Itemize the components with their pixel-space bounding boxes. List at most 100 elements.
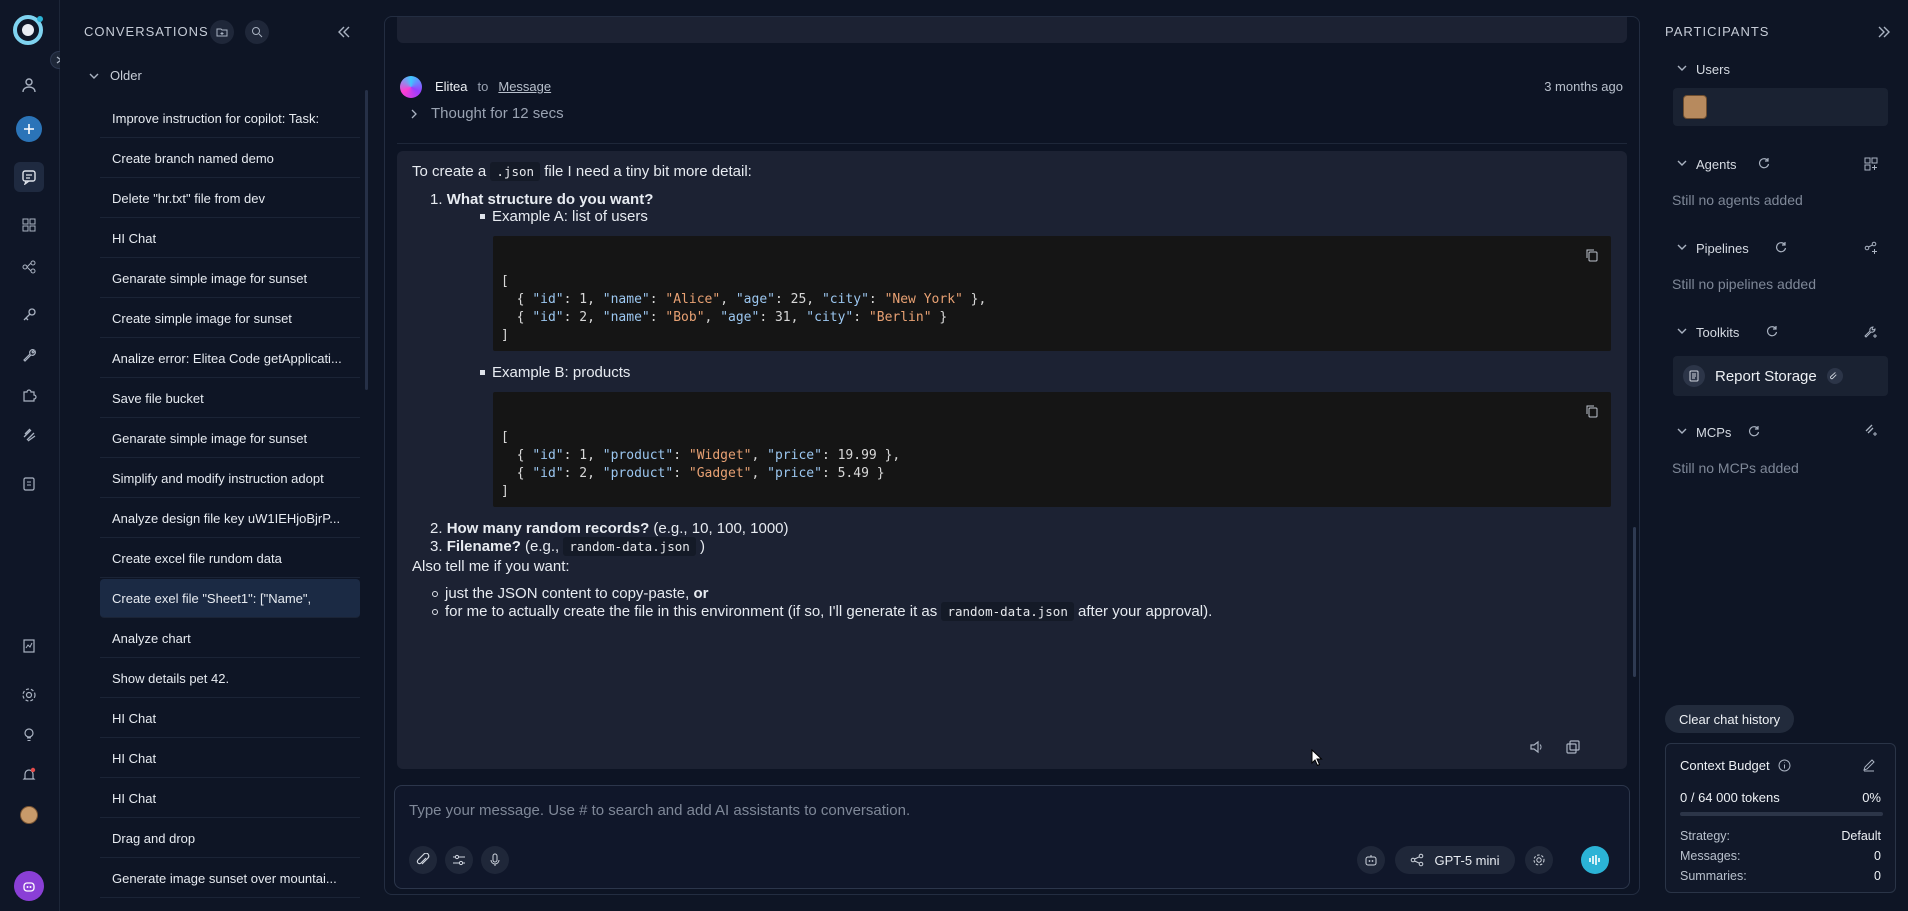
- document-icon[interactable]: [14, 631, 44, 661]
- conversation-item[interactable]: Simplify and modify instruction adopt: [100, 459, 360, 498]
- users-section-toggle[interactable]: [1676, 62, 1688, 74]
- wrench-icon[interactable]: [14, 340, 44, 370]
- info-icon: [1778, 759, 1791, 772]
- toolkits-section-toggle[interactable]: [1676, 325, 1688, 337]
- chat-scrollbar[interactable]: [1633, 527, 1636, 677]
- conversation-item[interactable]: HI Chat: [100, 739, 360, 778]
- conversations-scrollbar[interactable]: [365, 90, 368, 390]
- agent-button[interactable]: [1357, 846, 1385, 874]
- add-toolkit-icon[interactable]: [1864, 325, 1878, 339]
- message-target-link[interactable]: Message: [498, 79, 551, 94]
- conversation-item[interactable]: HI Chat: [100, 219, 360, 258]
- copy-icon[interactable]: [1585, 248, 1599, 262]
- toolkit-item[interactable]: Report Storage: [1673, 356, 1888, 396]
- participants-title: PARTICIPANTS: [1665, 24, 1770, 39]
- refresh-icon[interactable]: [1775, 241, 1787, 253]
- add-agent-icon[interactable]: [1864, 157, 1878, 171]
- artifacts-icon[interactable]: [14, 469, 44, 499]
- conversation-item[interactable]: Create simple image for sunset: [100, 299, 360, 338]
- plus-icon: [24, 124, 34, 134]
- conversation-item[interactable]: Generate image sunset over mountai...: [100, 859, 360, 898]
- folder-plus-icon: [216, 28, 228, 37]
- copy-icon[interactable]: [1585, 404, 1599, 418]
- settings-sliders-button[interactable]: [445, 846, 473, 874]
- also-label: Also tell me if you want:: [412, 558, 570, 575]
- refresh-icon[interactable]: [1766, 325, 1778, 337]
- conversation-item[interactable]: Save file bucket: [100, 379, 360, 418]
- conversation-item[interactable]: Create branch named demo: [100, 139, 360, 178]
- refresh-icon[interactable]: [1748, 425, 1760, 437]
- conversation-item[interactable]: Drag and drop: [100, 819, 360, 858]
- context-budget-card: Context Budget 0 / 64 000 tokens 0% Stra…: [1665, 743, 1896, 893]
- left-rail: [0, 0, 68, 911]
- puzzle-icon[interactable]: [14, 380, 44, 410]
- question-3: 3. Filename? (e.g., random-data.json ): [430, 537, 705, 556]
- user-card[interactable]: [1673, 88, 1888, 126]
- add-pipeline-icon[interactable]: [1864, 241, 1878, 255]
- conversation-item[interactable]: Delete "hr.txt" file from dev: [100, 179, 360, 218]
- pipelines-section-toggle[interactable]: [1676, 241, 1688, 253]
- model-settings-button[interactable]: [1525, 846, 1553, 874]
- example-b-label: Example B: products: [492, 364, 631, 381]
- search-button[interactable]: [245, 20, 269, 44]
- conversation-item[interactable]: Genarate simple image for sunset: [100, 419, 360, 458]
- chevron-down-icon: [1677, 160, 1687, 166]
- agents-section-toggle[interactable]: [1676, 157, 1688, 169]
- mcps-section-toggle[interactable]: [1676, 425, 1688, 437]
- chat-icon[interactable]: [14, 162, 44, 192]
- key-icon[interactable]: [14, 300, 44, 330]
- new-chat-button[interactable]: [14, 114, 44, 144]
- conversation-item[interactable]: Create excel file rundom data: [100, 539, 360, 578]
- users-label: Users: [1696, 62, 1730, 77]
- thought-toggle[interactable]: Thought for 12 secs: [409, 105, 564, 122]
- conversation-item[interactable]: Improve instruction for copilot: Task:: [100, 99, 360, 138]
- conversation-item[interactable]: HI Chat: [100, 699, 360, 738]
- chevron-right-icon: [411, 109, 417, 118]
- conversation-item[interactable]: Analyze design file key uW1IEHjoBjrP...: [100, 499, 360, 538]
- notifications-icon[interactable]: [14, 760, 44, 790]
- mcp-icon[interactable]: [14, 420, 44, 450]
- conversation-item[interactable]: HI Chat: [100, 779, 360, 818]
- user-avatar[interactable]: [14, 800, 44, 830]
- assistant-bot-icon[interactable]: [14, 871, 44, 901]
- double-chevron-left-icon: [338, 26, 350, 38]
- conversation-item[interactable]: Create exel file "Sheet1": ["Name",: [100, 579, 360, 618]
- attach-button[interactable]: [409, 846, 437, 874]
- pipelines-empty: Still no pipelines added: [1672, 276, 1816, 292]
- edit-budget-icon[interactable]: [1862, 758, 1876, 772]
- settings-icon[interactable]: [14, 680, 44, 710]
- collapse-participants-button[interactable]: [1876, 24, 1892, 40]
- attachment-icon[interactable]: [1826, 368, 1843, 384]
- messages-label: Messages:: [1680, 849, 1741, 863]
- chevron-down-icon: [1677, 428, 1687, 434]
- microphone-button[interactable]: [481, 846, 509, 874]
- copy-message-icon[interactable]: [1565, 739, 1581, 755]
- bullet: [480, 370, 485, 375]
- token-count: 0 / 64 000 tokens: [1680, 790, 1780, 805]
- collapse-panel-button[interactable]: [336, 24, 352, 40]
- conversations-panel: CONVERSATIONS Older Improve instruction …: [60, 0, 372, 911]
- voice-send-button[interactable]: [1581, 846, 1609, 874]
- option-2: for me to actually create the file in th…: [445, 602, 1213, 621]
- apps-grid-icon[interactable]: [14, 210, 44, 240]
- profile-icon[interactable]: [14, 70, 44, 100]
- search-icon: [252, 27, 263, 38]
- conversation-item[interactable]: Show details pet 42.: [100, 659, 360, 698]
- clear-chat-history-button[interactable]: Clear chat history: [1665, 705, 1795, 733]
- mouse-cursor: [1311, 749, 1323, 767]
- group-older[interactable]: Older: [88, 68, 142, 83]
- model-selector[interactable]: GPT-5 mini: [1395, 846, 1515, 874]
- conversation-item[interactable]: Analyze chart: [100, 619, 360, 658]
- conversation-item[interactable]: Genarate simple image for sunset: [100, 259, 360, 298]
- app-logo[interactable]: [12, 14, 44, 46]
- add-mcp-icon[interactable]: [1864, 423, 1878, 437]
- pipelines-icon[interactable]: [14, 252, 44, 282]
- lightbulb-icon[interactable]: [14, 720, 44, 750]
- chevron-down-icon: [1677, 244, 1687, 250]
- refresh-icon[interactable]: [1758, 157, 1770, 169]
- message-input[interactable]: Type your message. Use # to search and a…: [409, 802, 910, 819]
- message-time: 3 months ago: [1544, 79, 1623, 94]
- speaker-icon[interactable]: [1529, 739, 1545, 755]
- conversation-item[interactable]: Analize error: Elitea Code getApplicati.…: [100, 339, 360, 378]
- new-folder-button[interactable]: [210, 20, 234, 44]
